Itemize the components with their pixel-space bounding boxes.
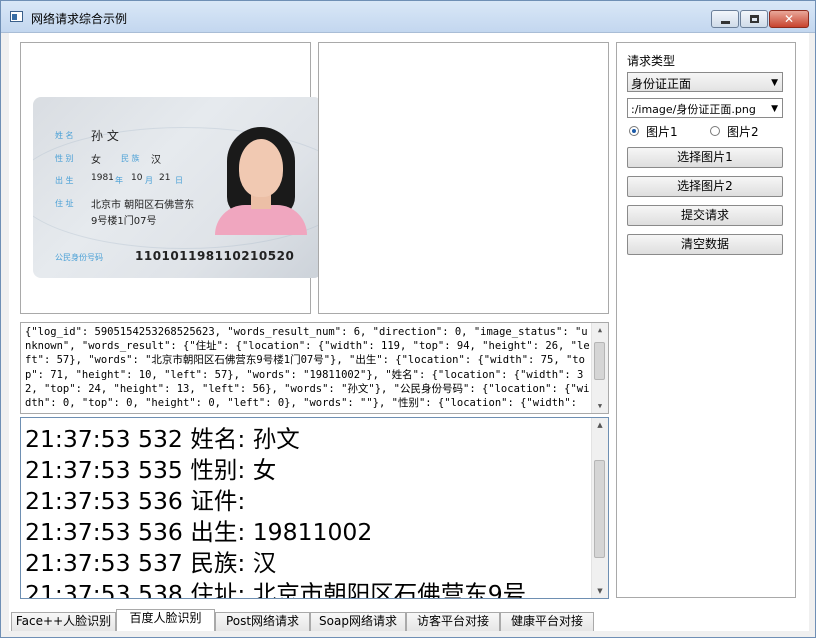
- app-icon: [10, 11, 23, 22]
- maximize-button[interactable]: [740, 10, 768, 28]
- log-vertical-scrollbar[interactable]: ▲ ▼: [591, 418, 608, 598]
- tab-bar: Face++人脸识别 百度人脸识别 Post网络请求 Soap网络请求 访客平台…: [9, 609, 809, 631]
- tab-post-request[interactable]: Post网络请求: [215, 612, 310, 631]
- card-address-label: 住 址: [55, 199, 74, 208]
- radio-image2-label[interactable]: 图片2: [727, 123, 759, 140]
- scroll-thumb[interactable]: [594, 460, 605, 558]
- card-birth-label: 出 生: [55, 176, 74, 185]
- log-line: 21:37:53 535 性别: 女: [25, 456, 277, 484]
- maximize-icon: [750, 15, 759, 23]
- log-line: 21:37:53 537 民族: 汉: [25, 549, 277, 577]
- image-path-value: :/image/身份证正面.png: [631, 103, 756, 116]
- radio-image1[interactable]: [629, 126, 639, 136]
- card-photo: [211, 123, 311, 235]
- card-address-line2: 9号楼1门07号: [91, 216, 157, 227]
- card-birth-year-unit: 年: [115, 176, 123, 185]
- image-panel-1: 姓 名 孙 文 性 别 女 民 族 汉 出 生 1981 年 10 月 21 日…: [20, 42, 322, 314]
- request-type-value: 身份证正面: [631, 77, 692, 91]
- tab-baidu-face[interactable]: 百度人脸识别: [116, 609, 215, 631]
- select-image2-button[interactable]: 选择图片2: [627, 176, 783, 197]
- image-panel-2: [318, 42, 609, 314]
- chevron-down-icon: ▼: [771, 104, 778, 114]
- control-panel: 请求类型 身份证正面 ▼ :/image/身份证正面.png ▼ 图片1 图片2…: [616, 42, 796, 598]
- minimize-icon: [721, 21, 730, 24]
- radio-image1-label[interactable]: 图片1: [646, 123, 678, 140]
- card-birth-year: 1981: [91, 173, 114, 183]
- card-sex-label: 性 别: [55, 154, 74, 163]
- close-button[interactable]: ✕: [769, 10, 809, 28]
- log-output[interactable]: 21:37:53 532 姓名: 孙文 21:37:53 535 性别: 女 2…: [20, 417, 609, 599]
- tab-faceplusplus[interactable]: Face++人脸识别: [11, 612, 116, 631]
- radio-image2[interactable]: [710, 126, 720, 136]
- json-result-text: {"log_id": 5905154253268525623, "words_r…: [25, 326, 590, 410]
- card-address-line1: 北京市 朝阳区石佛营东: [91, 200, 195, 211]
- scroll-up-icon[interactable]: ▲: [592, 323, 608, 337]
- scroll-down-icon[interactable]: ▼: [592, 399, 608, 413]
- card-name: 孙 文: [91, 129, 119, 143]
- card-sex: 女: [91, 155, 101, 166]
- card-id-number: 110101198110210520: [135, 249, 295, 263]
- minimize-button[interactable]: [711, 10, 739, 28]
- card-birth-month-unit: 月: [145, 176, 153, 185]
- client-area: 姓 名 孙 文 性 别 女 民 族 汉 出 生 1981 年 10 月 21 日…: [9, 33, 809, 631]
- image-path-select[interactable]: :/image/身份证正面.png ▼: [627, 98, 783, 118]
- main-window: 网络请求综合示例 ✕ 姓 名 孙 文 性 别 女 民 族 汉 出 生 1981 …: [0, 0, 816, 638]
- scroll-down-icon[interactable]: ▼: [592, 584, 608, 598]
- card-ethnic: 汉: [151, 155, 161, 166]
- submit-request-button[interactable]: 提交请求: [627, 205, 783, 226]
- card-name-label: 姓 名: [55, 131, 74, 140]
- log-line: 21:37:53 536 证件:: [25, 487, 246, 515]
- card-birth-day-unit: 日: [175, 176, 183, 185]
- select-image1-button[interactable]: 选择图片1: [627, 147, 783, 168]
- title-bar[interactable]: 网络请求综合示例 ✕: [1, 1, 815, 33]
- card-birth-day: 21: [159, 173, 171, 183]
- card-id-label: 公民身份号码: [55, 253, 103, 262]
- log-line: 21:37:53 538 住址: 北京市朝阳区石佛营东9号: [25, 580, 527, 599]
- card-birth-month: 10: [131, 173, 143, 183]
- window-title: 网络请求综合示例: [31, 12, 128, 26]
- id-card-image: 姓 名 孙 文 性 别 女 民 族 汉 出 生 1981 年 10 月 21 日…: [33, 97, 322, 278]
- tab-health-platform[interactable]: 健康平台对接: [500, 612, 594, 631]
- log-line: 21:37:53 536 出生: 19811002: [25, 518, 373, 546]
- chevron-down-icon: ▼: [771, 78, 778, 88]
- tab-visitor-platform[interactable]: 访客平台对接: [406, 612, 500, 631]
- scroll-thumb[interactable]: [594, 342, 605, 380]
- clear-data-button[interactable]: 清空数据: [627, 234, 783, 255]
- tab-soap-request[interactable]: Soap网络请求: [310, 612, 406, 631]
- log-line: 21:37:53 532 姓名: 孙文: [25, 425, 300, 453]
- json-vertical-scrollbar[interactable]: ▲ ▼: [591, 323, 608, 413]
- close-icon: ✕: [783, 12, 795, 26]
- request-type-label: 请求类型: [627, 54, 676, 68]
- request-type-select[interactable]: 身份证正面 ▼: [627, 72, 783, 92]
- json-result-textarea[interactable]: {"log_id": 5905154253268525623, "words_r…: [20, 322, 609, 414]
- card-ethnic-label: 民 族: [121, 154, 140, 163]
- scroll-up-icon[interactable]: ▲: [592, 418, 608, 432]
